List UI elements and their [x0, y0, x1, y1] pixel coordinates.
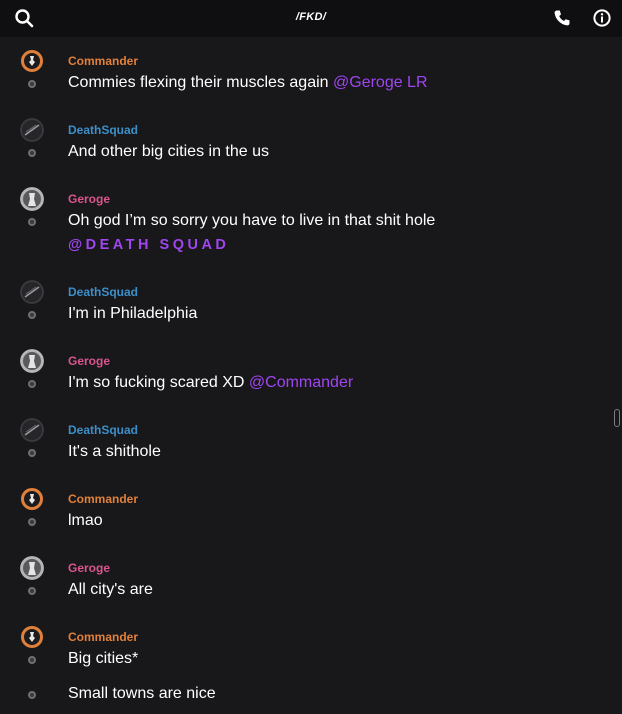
commander-avatar[interactable]	[20, 49, 44, 73]
message-text: lmao	[68, 512, 103, 529]
deathsquad-avatar[interactable]	[20, 118, 44, 142]
commander-avatar[interactable]	[20, 487, 44, 511]
message-text: Oh god I’m so sorry you have to live in …	[68, 212, 436, 229]
read-indicator	[28, 80, 36, 88]
message-text: I'm so fucking scared XD @Commander	[68, 374, 354, 391]
username[interactable]: Geroge	[68, 192, 110, 206]
geroge-avatar[interactable]	[20, 187, 44, 211]
username[interactable]: Geroge	[68, 561, 110, 575]
message-list: Commander Commies flexing their muscles …	[0, 37, 622, 714]
scroll-handle[interactable]	[614, 409, 620, 427]
read-indicator	[28, 218, 36, 226]
read-indicator	[28, 656, 36, 664]
message-text: And other big cities in the us	[68, 143, 270, 160]
username[interactable]: Commander	[68, 54, 138, 68]
username[interactable]: DeathSquad	[68, 285, 138, 299]
mention[interactable]: @Geroge LR	[333, 74, 428, 91]
channel-title: /FKD/	[295, 11, 327, 23]
read-indicator	[28, 149, 36, 157]
username[interactable]: Commander	[68, 492, 138, 506]
mention[interactable]: @DEATH SQUAD	[68, 237, 229, 253]
top-bar: /FKD/	[0, 0, 622, 37]
read-indicator	[28, 311, 36, 319]
deathsquad-avatar[interactable]	[20, 280, 44, 304]
read-indicator	[28, 587, 36, 595]
commander-avatar[interactable]	[20, 625, 44, 649]
username[interactable]: DeathSquad	[68, 423, 138, 437]
message-text: All city's are	[68, 581, 153, 598]
mention[interactable]: @Commander	[249, 374, 353, 391]
message-text: @DEATH SQUAD	[68, 236, 229, 254]
read-indicator	[28, 449, 36, 457]
read-indicator	[28, 518, 36, 526]
info-icon[interactable]	[592, 8, 612, 28]
message-text: It's a shithole	[68, 443, 161, 460]
username[interactable]: Commander	[68, 630, 138, 644]
username[interactable]: Geroge	[68, 354, 110, 368]
deathsquad-avatar[interactable]	[20, 418, 44, 442]
message-text: Commies flexing their muscles again @Ger…	[68, 74, 428, 91]
username[interactable]: DeathSquad	[68, 123, 138, 137]
phone-icon[interactable]	[552, 8, 572, 28]
message-text: Small towns are nice	[68, 685, 216, 702]
geroge-avatar[interactable]	[20, 556, 44, 580]
message-text: I'm in Philadelphia	[68, 305, 198, 322]
message-text: Big cities*	[68, 650, 139, 667]
read-indicator	[28, 380, 36, 388]
read-indicator	[28, 691, 36, 699]
geroge-avatar[interactable]	[20, 349, 44, 373]
